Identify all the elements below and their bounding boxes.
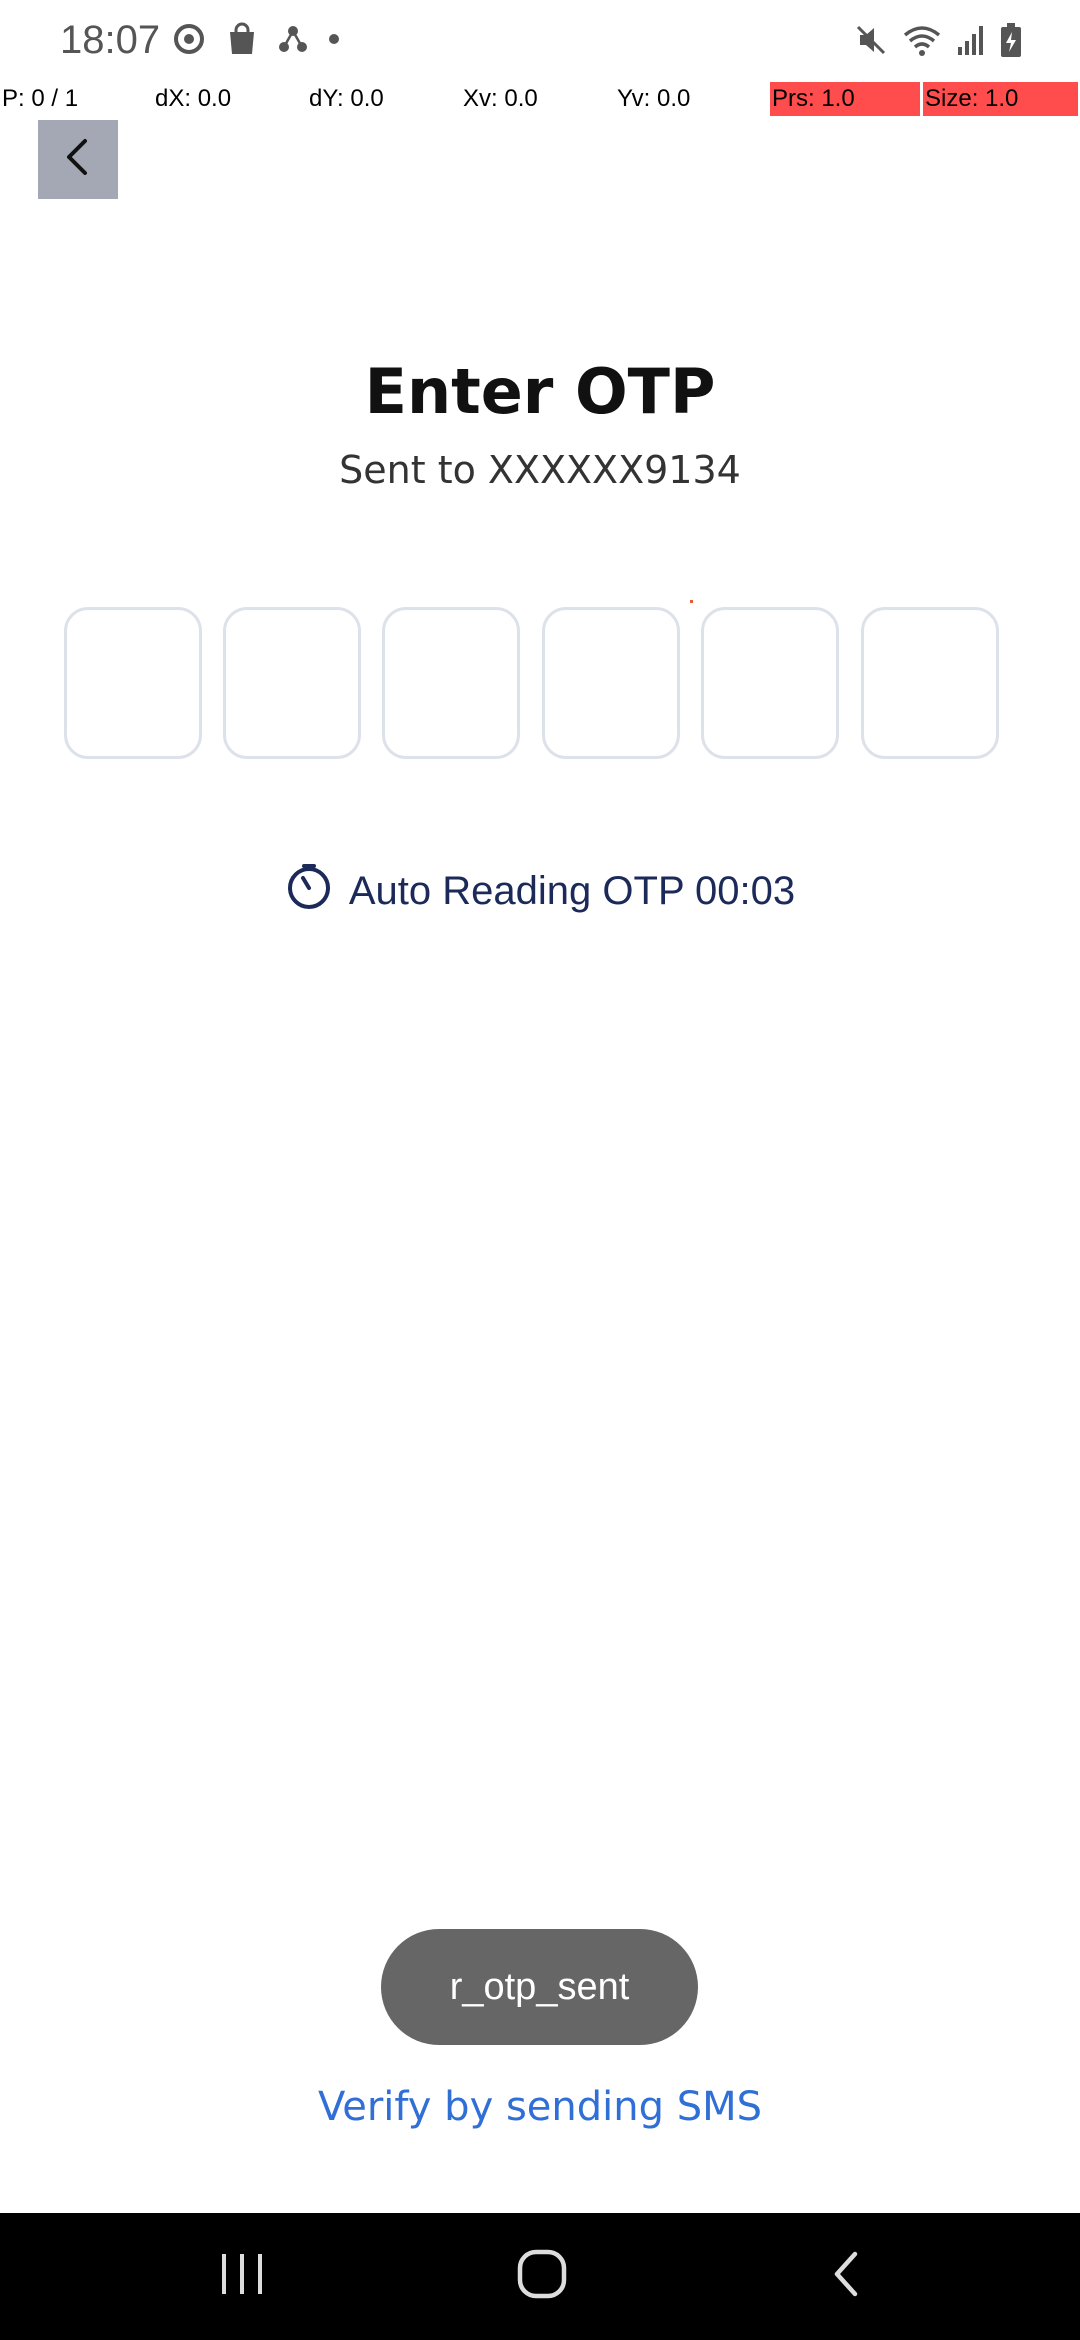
back-icon — [829, 2250, 863, 2303]
pointer-yv: Yv: 0.0 — [617, 85, 691, 112]
status-icons-left — [172, 22, 340, 56]
pointer-info-bar: P: 0 / 1 dX: 0.0 dY: 0.0 Xv: 0.0 Yv: 0.0… — [0, 82, 1080, 116]
pointer-dy: dY: 0.0 — [309, 85, 384, 112]
otp-screen: 18:07 P: 0 / 1 dX: 0.0 dY: 0.0 Xv: 0.0 Y… — [0, 0, 1080, 2340]
pointer-xv: Xv: 0.0 — [463, 85, 538, 112]
dot-icon — [328, 33, 340, 45]
home-button[interactable] — [482, 2213, 602, 2340]
battery-charging-icon — [1000, 22, 1022, 58]
pointer-size: Size: 1.0 — [923, 82, 1078, 116]
home-icon — [516, 2248, 568, 2305]
otp-digit-6[interactable] — [861, 607, 999, 759]
pointer-dx: dX: 0.0 — [155, 85, 232, 112]
timer-icon — [285, 862, 333, 920]
sync-icon — [172, 22, 206, 56]
share-nodes-icon — [278, 24, 308, 54]
chevron-left-icon — [61, 137, 95, 182]
otp-digit-4[interactable] — [542, 607, 680, 759]
shopping-bag-icon — [226, 22, 258, 56]
verify-by-sms-link[interactable]: Verify by sending SMS — [0, 2084, 1080, 2130]
wifi-icon — [902, 23, 942, 57]
recent-apps-icon — [218, 2252, 266, 2301]
otp-digit-2[interactable] — [223, 607, 361, 759]
touch-point-marker — [690, 600, 693, 603]
otp-digit-5[interactable] — [701, 607, 839, 759]
sent-to-text: Sent to XXXXXX9134 — [339, 448, 741, 492]
otp-input-group — [64, 607, 1000, 759]
toast-message: r_otp_sent — [381, 1929, 698, 2045]
status-bar: 18:07 — [0, 0, 1080, 84]
otp-digit-1[interactable] — [64, 607, 202, 759]
recent-apps-button[interactable] — [182, 2213, 302, 2340]
auto-read-text: Auto Reading OTP 00:03 — [348, 868, 796, 913]
navigation-bar — [0, 2213, 1080, 2340]
signal-icon — [956, 23, 986, 57]
back-button[interactable] — [38, 120, 118, 199]
otp-digit-3[interactable] — [382, 607, 520, 759]
pointer-pressure: Prs: 1.0 — [770, 82, 920, 116]
page-title: Enter OTP — [364, 355, 716, 428]
back-nav-button[interactable] — [786, 2213, 906, 2340]
auto-read-status: Auto Reading OTP 00:03 — [0, 862, 1080, 920]
status-time: 18:07 — [60, 18, 161, 62]
status-icons-right — [854, 22, 1022, 58]
pointer-count: P: 0 / 1 — [2, 85, 79, 112]
mute-icon — [854, 23, 888, 57]
